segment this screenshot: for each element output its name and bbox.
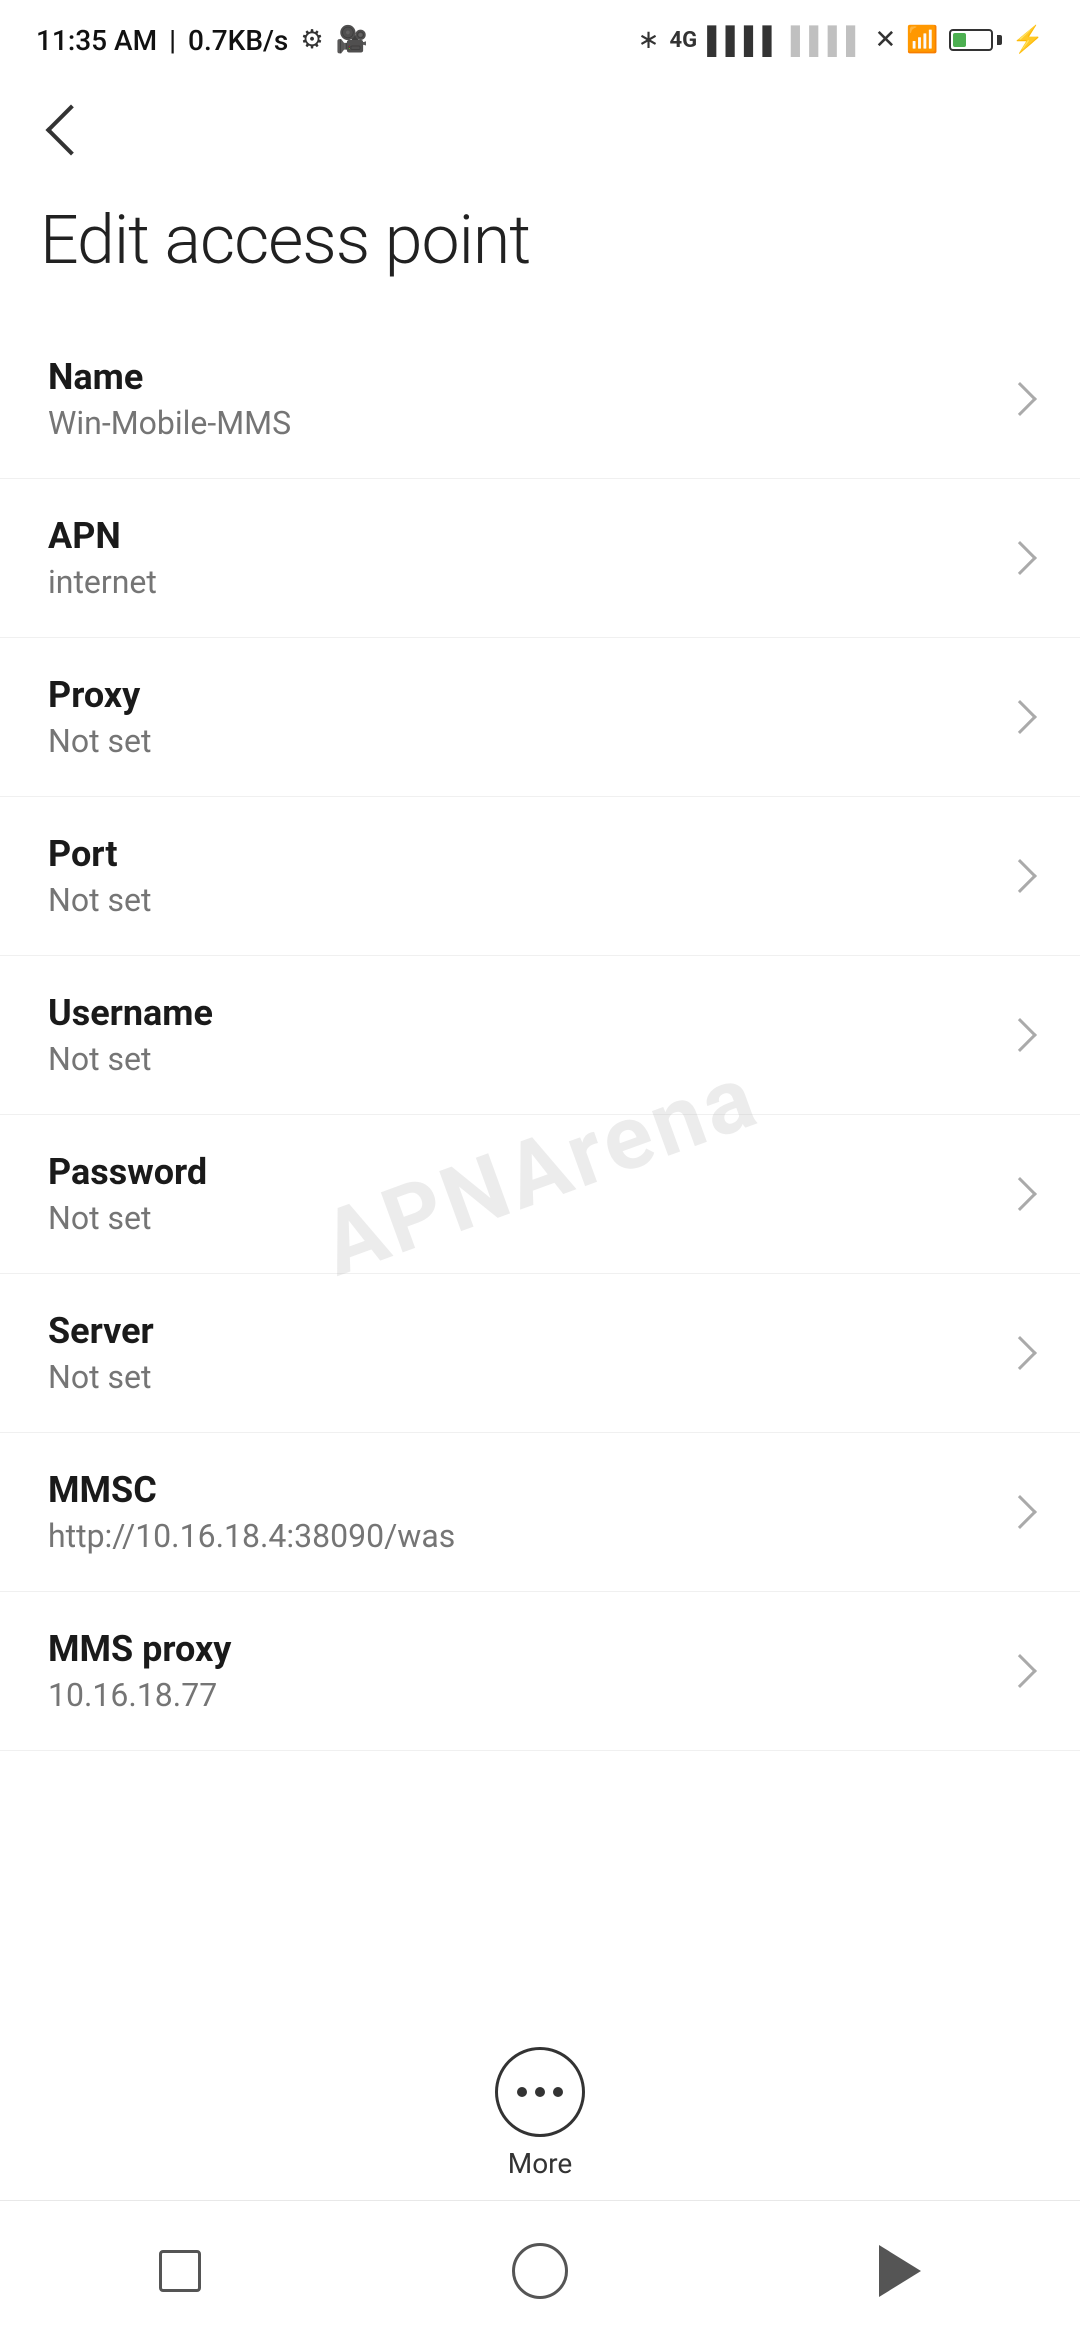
status-right: ∗ 4G ▌▌▌▌ ▌▌▌▌ ✕ 📶 ⚡ — [638, 25, 1044, 56]
settings-item-label: Name — [48, 356, 988, 398]
settings-item-content: Username Not set — [48, 992, 988, 1078]
signal-4g-icon: 4G — [669, 28, 697, 53]
settings-item-value: http://10.16.18.4:38090/was — [48, 1517, 988, 1555]
home-icon — [512, 2243, 568, 2299]
settings-item-content: MMS proxy 10.16.18.77 — [48, 1628, 988, 1714]
speed-text: 0.7KB/s — [188, 24, 288, 57]
settings-item-content: MMSC http://10.16.18.4:38090/was — [48, 1469, 988, 1555]
back-nav-icon — [879, 2245, 921, 2297]
settings-item-value: internet — [48, 563, 988, 601]
settings-item-value: Not set — [48, 1199, 988, 1237]
chevron-right-icon — [1003, 1177, 1037, 1211]
settings-item-content: Port Not set — [48, 833, 988, 919]
bluetooth-icon: ∗ — [638, 25, 660, 55]
settings-item[interactable]: Server Not set — [0, 1274, 1080, 1433]
settings-item[interactable]: MMS proxy 10.16.18.77 — [0, 1592, 1080, 1751]
camera-icon: 🎥 — [336, 25, 368, 55]
more-dot-3 — [553, 2087, 563, 2097]
more-dot-1 — [517, 2087, 527, 2097]
time-text: 11:35 AM — [36, 24, 157, 57]
settings-item-value: Not set — [48, 881, 988, 919]
settings-item[interactable]: Port Not set — [0, 797, 1080, 956]
settings-icon: ⚙ — [300, 25, 323, 55]
signal-bars2-icon: ▌▌▌▌ — [791, 25, 865, 56]
chevron-right-icon — [1003, 1654, 1037, 1688]
settings-item-label: MMSC — [48, 1469, 988, 1511]
settings-item-value: Not set — [48, 1358, 988, 1396]
back-nav-button[interactable] — [860, 2231, 940, 2311]
settings-item-content: Server Not set — [48, 1310, 988, 1396]
wifi-icon: 📶 — [906, 25, 938, 55]
chevron-right-icon — [1003, 1018, 1037, 1052]
settings-item-value: Win-Mobile-MMS — [48, 404, 988, 442]
recents-icon — [159, 2250, 201, 2292]
chevron-right-icon — [1003, 700, 1037, 734]
settings-item-label: MMS proxy — [48, 1628, 988, 1670]
settings-item[interactable]: Name Win-Mobile-MMS — [0, 320, 1080, 479]
settings-item-label: Port — [48, 833, 988, 875]
back-arrow-icon — [46, 105, 97, 156]
battery-fill — [953, 33, 967, 47]
page-title: Edit access point — [0, 180, 1080, 320]
settings-item-value: Not set — [48, 722, 988, 760]
battery-body — [949, 29, 993, 51]
settings-item-content: Proxy Not set — [48, 674, 988, 760]
settings-item[interactable]: Password Not set — [0, 1115, 1080, 1274]
chevron-right-icon — [1003, 541, 1037, 575]
settings-list: Name Win-Mobile-MMS APN internet Proxy Not se… — [0, 320, 1080, 1751]
settings-item-content: APN internet — [48, 515, 988, 601]
settings-item[interactable]: APN internet — [0, 479, 1080, 638]
chevron-right-icon — [1003, 1336, 1037, 1370]
wifi-x-icon: ✕ — [874, 25, 896, 55]
settings-item-label: Username — [48, 992, 988, 1034]
settings-item-value: 10.16.18.77 — [48, 1676, 988, 1714]
settings-item[interactable]: Username Not set — [0, 956, 1080, 1115]
home-button[interactable] — [500, 2231, 580, 2311]
separator: | — [169, 24, 176, 57]
status-left: 11:35 AM | 0.7KB/s ⚙ 🎥 — [36, 24, 368, 57]
more-button[interactable]: More — [495, 2047, 585, 2180]
signal-bars-icon: ▌▌▌▌ — [707, 25, 781, 56]
settings-item-label: Proxy — [48, 674, 988, 716]
settings-item-value: Not set — [48, 1040, 988, 1078]
more-dot-2 — [535, 2087, 545, 2097]
chevron-right-icon — [1003, 859, 1037, 893]
settings-item-label: Server — [48, 1310, 988, 1352]
recents-button[interactable] — [140, 2231, 220, 2311]
charging-icon: ⚡ — [1012, 25, 1044, 55]
settings-item-label: APN — [48, 515, 988, 557]
more-label: More — [508, 2147, 573, 2180]
chevron-right-icon — [1003, 382, 1037, 416]
settings-item[interactable]: MMSC http://10.16.18.4:38090/was — [0, 1433, 1080, 1592]
chevron-right-icon — [1003, 1495, 1037, 1529]
battery-tip — [997, 35, 1002, 45]
settings-item-content: Name Win-Mobile-MMS — [48, 356, 988, 442]
settings-item-content: Password Not set — [48, 1151, 988, 1237]
battery-icon — [949, 29, 1002, 51]
toolbar — [0, 80, 1080, 180]
settings-item[interactable]: Proxy Not set — [0, 638, 1080, 797]
nav-bar — [0, 2200, 1080, 2340]
more-circle-icon — [495, 2047, 585, 2137]
status-bar: 11:35 AM | 0.7KB/s ⚙ 🎥 ∗ 4G ▌▌▌▌ ▌▌▌▌ ✕ … — [0, 0, 1080, 80]
settings-item-label: Password — [48, 1151, 988, 1193]
back-button[interactable] — [36, 95, 106, 165]
